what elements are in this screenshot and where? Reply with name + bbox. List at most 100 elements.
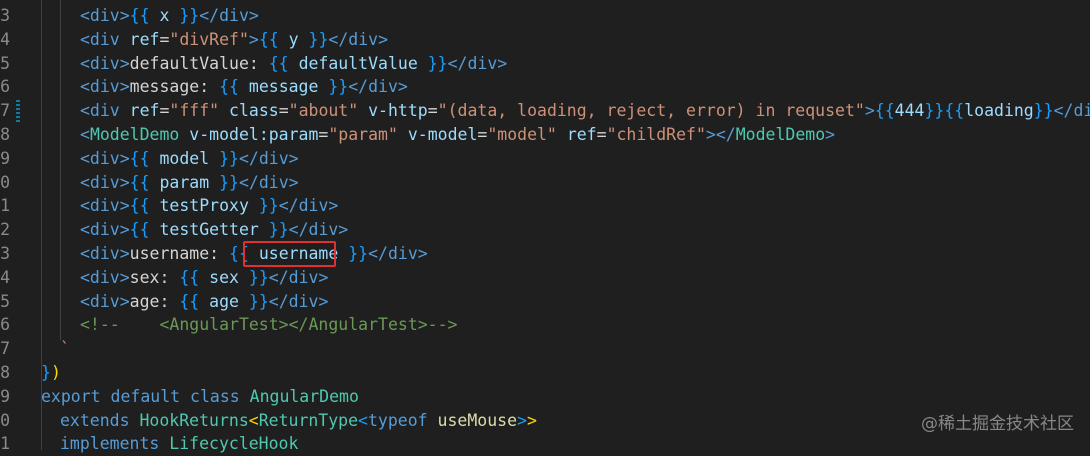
code-line[interactable]: 8}) [0,361,1090,385]
code-token: age: [129,291,180,311]
code-line[interactable]: 3 <div>{{ x }}</div> [0,4,1090,28]
line-number: 3 [0,6,10,25]
code-token: </div> [278,196,339,216]
line-code: <div>message: {{ message }}</div> [80,75,408,99]
code-token: </div> [238,148,299,168]
code-token: }} [924,101,945,121]
code-token: message [248,77,319,97]
line-number: 9 [0,386,10,406]
code-token: testProxy [159,196,249,216]
line-number: 4 [0,267,10,287]
code-token: </div> [447,53,508,73]
code-editor[interactable]: 3 <div>{{ x }}</div> 4 <div ref="divRef">{{… [0,0,1090,453]
code-token: defaultValue: [129,53,269,73]
line-number: 0 [0,410,10,430]
code-line[interactable]: 2 <div>{{ testGetter }}</div> [0,218,1090,242]
code-token: "(data, loading, reject, error) in requs… [437,101,865,121]
code-line[interactable]: 7 <div ref="fff" class="about" v-http="(d… [0,99,1090,123]
code-token: > [825,125,836,144]
code-line[interactable]: 9 <div>{{ model }}</div> [0,147,1090,171]
code-token: = [596,125,607,144]
line-number: 6 [0,315,10,335]
code-token: }} [248,267,269,287]
line-code: }) [41,361,61,385]
line-code: <div ref="divRef">{{ y }}</div> [80,28,388,52]
code-line[interactable]: 9 export default class AngularDemo [0,385,1090,409]
code-token: v-http [368,101,428,121]
line-code: <ModelDemo v-model:param="param" v-model… [80,123,835,147]
line-number: 0 [0,172,10,192]
code-token: {{ [258,29,279,49]
code-token: "model" [487,125,557,144]
line-number: 8 [0,125,10,144]
code-line[interactable]: 5 <div>defaultValue: {{ defaultValue }}</… [0,52,1090,76]
code-token: HookReturns [139,410,249,430]
code-token: </div> [348,77,408,97]
watermark-text: @稀土掘金技术社区 [921,414,1074,434]
code-line[interactable]: 1 implements LifecycleHook [0,432,1090,456]
code-line[interactable]: 3 <div>username: {{ username }}</div> [0,242,1090,266]
line-number: 7 [0,101,10,121]
code-line[interactable]: 1 <div>{{ testProxy }}</div> [0,194,1090,218]
line-number: 7 [0,339,10,359]
code-token: sex [209,267,239,287]
code-line[interactable]: 8 <ModelDemo v-model:param="param" v-mode… [0,123,1090,147]
code-token: } [41,363,51,382]
line-number: 8 [0,363,10,382]
code-token: "divRef" [169,29,249,49]
code-token: ReturnType [258,410,359,430]
code-token: </div> [238,172,299,192]
code-token: ref [129,101,160,121]
code-token: {{ [129,196,150,216]
line-code: <div>{{ param }}</div> [80,171,299,195]
code-line[interactable]: 4 <div ref="divRef">{{ y }}</div> [0,28,1090,52]
line-code: <div>{{ model }}</div> [80,147,299,171]
line-code: <div>sex: {{ sex }}</div> [80,266,328,290]
code-token: {{ [129,220,150,240]
code-token: <div> [80,291,130,311]
code-token: > [517,410,527,430]
code-token: }} [248,291,269,311]
code-token: message: [129,77,220,97]
code-line[interactable]: 0 <div>{{ param }}</div> [0,171,1090,195]
code-token: "fff" [169,101,220,121]
code-token: {{ [179,267,200,287]
code-token: default [110,386,181,406]
code-token: "param" [328,125,398,144]
code-token: x [159,6,170,25]
line-code: export default class AngularDemo [41,385,359,409]
code-token: "about" [288,101,359,121]
code-token: <!-- <AngularTest></AngularTest>--> [80,315,458,335]
code-token: ModelDemo [735,125,826,144]
code-token: {{ [874,101,895,121]
code-token: < [80,125,90,144]
code-line[interactable]: 6 <!-- <AngularTest></AngularTest>--> [0,313,1090,337]
code-line[interactable]: 4 <div>sex: {{ sex }}</div> [0,266,1090,290]
code-token: <div> [80,148,130,168]
code-token: }} [348,244,369,263]
code-token: loading [964,101,1034,121]
code-token: <div> [80,6,130,25]
code-token: <div> [80,267,130,287]
code-token: implements [60,434,160,454]
code-token: v-model [407,125,478,144]
code-line[interactable]: 7 ` [0,337,1090,361]
code-line[interactable]: 6 <div>message: {{ message }}</div> [0,75,1090,99]
line-number: 1 [0,196,10,216]
code-line[interactable]: 5 <div>age: {{ age }}</div> [0,290,1090,314]
